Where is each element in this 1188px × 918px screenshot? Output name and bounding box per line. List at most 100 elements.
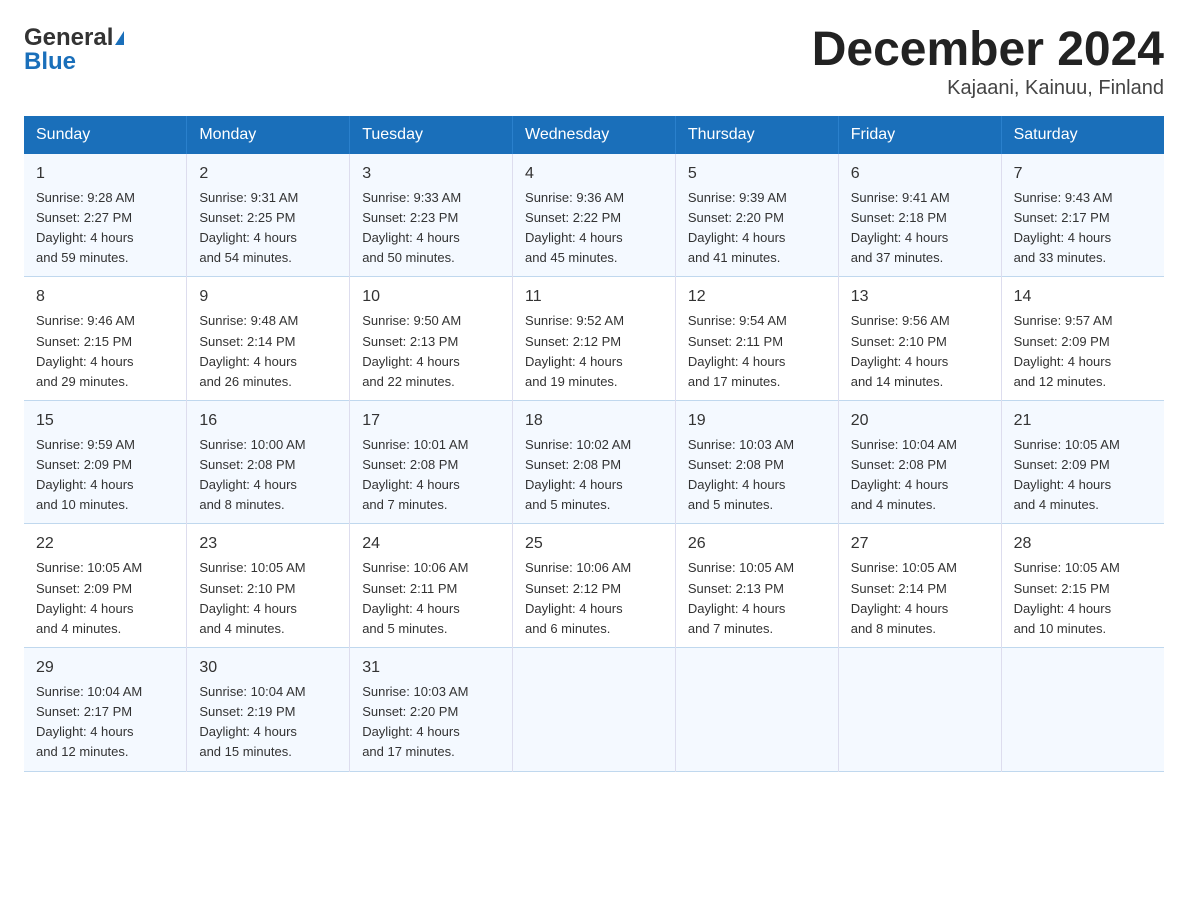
day-info: Sunrise: 10:02 AM Sunset: 2:08 PM Daylig… <box>525 435 663 516</box>
day-info: Sunrise: 10:05 AM Sunset: 2:09 PM Daylig… <box>1014 435 1152 516</box>
day-cell: 16 Sunrise: 10:00 AM Sunset: 2:08 PM Day… <box>187 400 350 524</box>
day-number: 18 <box>525 409 663 433</box>
page-header: General Blue December 2024 Kajaani, Kain… <box>24 24 1164 100</box>
day-cell: 8 Sunrise: 9:46 AM Sunset: 2:15 PM Dayli… <box>24 277 187 401</box>
calendar-subtitle: Kajaani, Kainuu, Finland <box>812 77 1164 100</box>
day-info: Sunrise: 9:48 AM Sunset: 2:14 PM Dayligh… <box>199 311 337 392</box>
day-info: Sunrise: 9:31 AM Sunset: 2:25 PM Dayligh… <box>199 188 337 269</box>
day-info: Sunrise: 9:33 AM Sunset: 2:23 PM Dayligh… <box>362 188 500 269</box>
day-cell <box>838 648 1001 772</box>
day-info: Sunrise: 9:43 AM Sunset: 2:17 PM Dayligh… <box>1014 188 1152 269</box>
day-cell: 9 Sunrise: 9:48 AM Sunset: 2:14 PM Dayli… <box>187 277 350 401</box>
day-number: 23 <box>199 532 337 556</box>
header-day-saturday: Saturday <box>1001 116 1164 154</box>
day-cell: 14 Sunrise: 9:57 AM Sunset: 2:09 PM Dayl… <box>1001 277 1164 401</box>
day-cell: 6 Sunrise: 9:41 AM Sunset: 2:18 PM Dayli… <box>838 154 1001 277</box>
day-cell <box>675 648 838 772</box>
day-cell <box>1001 648 1164 772</box>
day-info: Sunrise: 10:03 AM Sunset: 2:20 PM Daylig… <box>362 682 500 763</box>
day-cell: 4 Sunrise: 9:36 AM Sunset: 2:22 PM Dayli… <box>513 154 676 277</box>
calendar-title: December 2024 <box>812 24 1164 77</box>
day-cell: 11 Sunrise: 9:52 AM Sunset: 2:12 PM Dayl… <box>513 277 676 401</box>
day-cell: 13 Sunrise: 9:56 AM Sunset: 2:10 PM Dayl… <box>838 277 1001 401</box>
day-info: Sunrise: 9:36 AM Sunset: 2:22 PM Dayligh… <box>525 188 663 269</box>
day-info: Sunrise: 10:05 AM Sunset: 2:15 PM Daylig… <box>1014 558 1152 639</box>
day-cell <box>513 648 676 772</box>
logo-line2: Blue <box>24 48 76 76</box>
day-cell: 28 Sunrise: 10:05 AM Sunset: 2:15 PM Day… <box>1001 524 1164 648</box>
day-cell: 19 Sunrise: 10:03 AM Sunset: 2:08 PM Day… <box>675 400 838 524</box>
day-number: 19 <box>688 409 826 433</box>
day-info: Sunrise: 10:05 AM Sunset: 2:09 PM Daylig… <box>36 558 174 639</box>
calendar-header: SundayMondayTuesdayWednesdayThursdayFrid… <box>24 116 1164 154</box>
header-day-thursday: Thursday <box>675 116 838 154</box>
week-row-2: 8 Sunrise: 9:46 AM Sunset: 2:15 PM Dayli… <box>24 277 1164 401</box>
day-number: 10 <box>362 285 500 309</box>
day-number: 15 <box>36 409 174 433</box>
day-cell: 24 Sunrise: 10:06 AM Sunset: 2:11 PM Day… <box>350 524 513 648</box>
day-number: 26 <box>688 532 826 556</box>
header-day-monday: Monday <box>187 116 350 154</box>
week-row-1: 1 Sunrise: 9:28 AM Sunset: 2:27 PM Dayli… <box>24 154 1164 277</box>
day-info: Sunrise: 9:39 AM Sunset: 2:20 PM Dayligh… <box>688 188 826 269</box>
day-info: Sunrise: 10:04 AM Sunset: 2:08 PM Daylig… <box>851 435 989 516</box>
week-row-5: 29 Sunrise: 10:04 AM Sunset: 2:17 PM Day… <box>24 648 1164 772</box>
day-number: 22 <box>36 532 174 556</box>
header-day-tuesday: Tuesday <box>350 116 513 154</box>
logo-triangle-icon <box>115 31 124 45</box>
day-info: Sunrise: 10:04 AM Sunset: 2:19 PM Daylig… <box>199 682 337 763</box>
day-number: 8 <box>36 285 174 309</box>
day-cell: 26 Sunrise: 10:05 AM Sunset: 2:13 PM Day… <box>675 524 838 648</box>
day-number: 7 <box>1014 162 1152 186</box>
day-info: Sunrise: 10:01 AM Sunset: 2:08 PM Daylig… <box>362 435 500 516</box>
logo: General Blue <box>24 24 124 76</box>
week-row-3: 15 Sunrise: 9:59 AM Sunset: 2:09 PM Dayl… <box>24 400 1164 524</box>
day-number: 28 <box>1014 532 1152 556</box>
day-cell: 29 Sunrise: 10:04 AM Sunset: 2:17 PM Day… <box>24 648 187 772</box>
day-number: 13 <box>851 285 989 309</box>
day-cell: 21 Sunrise: 10:05 AM Sunset: 2:09 PM Day… <box>1001 400 1164 524</box>
header-row: SundayMondayTuesdayWednesdayThursdayFrid… <box>24 116 1164 154</box>
day-number: 6 <box>851 162 989 186</box>
day-number: 24 <box>362 532 500 556</box>
day-number: 2 <box>199 162 337 186</box>
week-row-4: 22 Sunrise: 10:05 AM Sunset: 2:09 PM Day… <box>24 524 1164 648</box>
day-number: 4 <box>525 162 663 186</box>
day-cell: 1 Sunrise: 9:28 AM Sunset: 2:27 PM Dayli… <box>24 154 187 277</box>
day-info: Sunrise: 9:54 AM Sunset: 2:11 PM Dayligh… <box>688 311 826 392</box>
day-cell: 7 Sunrise: 9:43 AM Sunset: 2:17 PM Dayli… <box>1001 154 1164 277</box>
day-info: Sunrise: 10:03 AM Sunset: 2:08 PM Daylig… <box>688 435 826 516</box>
day-info: Sunrise: 9:28 AM Sunset: 2:27 PM Dayligh… <box>36 188 174 269</box>
day-number: 9 <box>199 285 337 309</box>
day-info: Sunrise: 10:04 AM Sunset: 2:17 PM Daylig… <box>36 682 174 763</box>
day-number: 25 <box>525 532 663 556</box>
day-number: 31 <box>362 656 500 680</box>
day-info: Sunrise: 10:05 AM Sunset: 2:13 PM Daylig… <box>688 558 826 639</box>
day-cell: 12 Sunrise: 9:54 AM Sunset: 2:11 PM Dayl… <box>675 277 838 401</box>
day-number: 12 <box>688 285 826 309</box>
day-number: 5 <box>688 162 826 186</box>
title-area: December 2024 Kajaani, Kainuu, Finland <box>812 24 1164 100</box>
day-number: 1 <box>36 162 174 186</box>
day-info: Sunrise: 9:46 AM Sunset: 2:15 PM Dayligh… <box>36 311 174 392</box>
day-info: Sunrise: 9:56 AM Sunset: 2:10 PM Dayligh… <box>851 311 989 392</box>
day-number: 17 <box>362 409 500 433</box>
day-info: Sunrise: 9:52 AM Sunset: 2:12 PM Dayligh… <box>525 311 663 392</box>
day-number: 21 <box>1014 409 1152 433</box>
day-number: 29 <box>36 656 174 680</box>
day-info: Sunrise: 9:50 AM Sunset: 2:13 PM Dayligh… <box>362 311 500 392</box>
day-cell: 31 Sunrise: 10:03 AM Sunset: 2:20 PM Day… <box>350 648 513 772</box>
header-day-wednesday: Wednesday <box>513 116 676 154</box>
day-number: 11 <box>525 285 663 309</box>
day-info: Sunrise: 10:00 AM Sunset: 2:08 PM Daylig… <box>199 435 337 516</box>
day-number: 20 <box>851 409 989 433</box>
day-number: 27 <box>851 532 989 556</box>
day-info: Sunrise: 9:41 AM Sunset: 2:18 PM Dayligh… <box>851 188 989 269</box>
day-cell: 5 Sunrise: 9:39 AM Sunset: 2:20 PM Dayli… <box>675 154 838 277</box>
day-info: Sunrise: 10:06 AM Sunset: 2:12 PM Daylig… <box>525 558 663 639</box>
day-info: Sunrise: 9:57 AM Sunset: 2:09 PM Dayligh… <box>1014 311 1152 392</box>
day-cell: 17 Sunrise: 10:01 AM Sunset: 2:08 PM Day… <box>350 400 513 524</box>
day-cell: 2 Sunrise: 9:31 AM Sunset: 2:25 PM Dayli… <box>187 154 350 277</box>
day-number: 16 <box>199 409 337 433</box>
day-cell: 18 Sunrise: 10:02 AM Sunset: 2:08 PM Day… <box>513 400 676 524</box>
